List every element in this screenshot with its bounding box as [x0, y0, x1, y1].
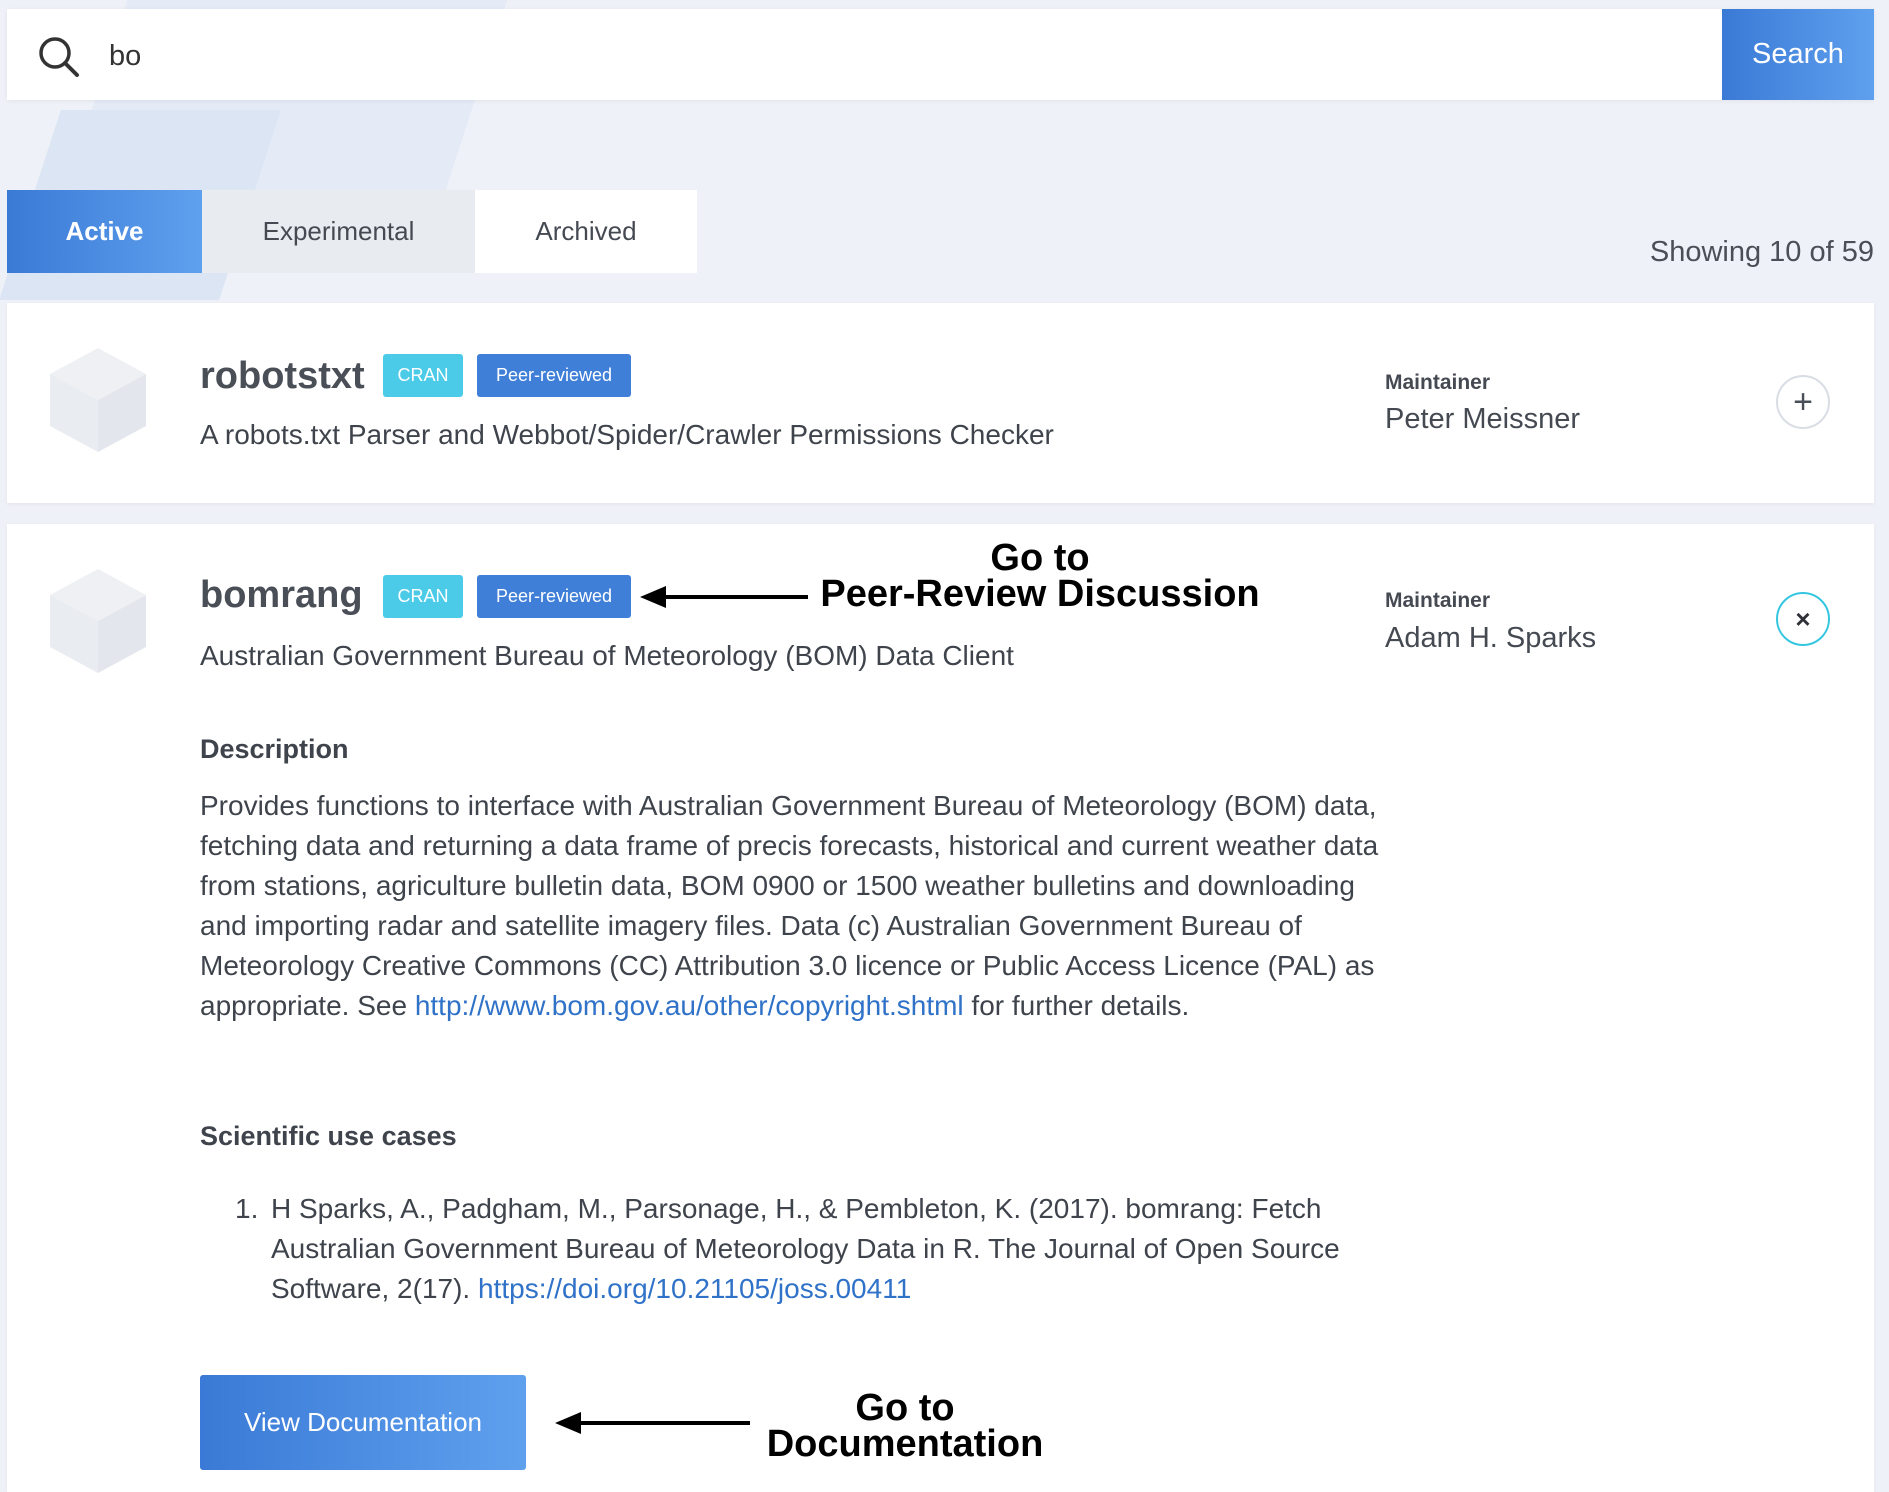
tab-archived[interactable]: Archived	[475, 190, 697, 273]
annotation-peer-review: Go to Peer-Review Discussion	[820, 537, 1260, 615]
package-cube-icon	[50, 569, 146, 673]
expand-button[interactable]: +	[1776, 375, 1830, 429]
doi-link[interactable]: https://doi.org/10.21105/joss.00411	[478, 1273, 911, 1304]
maintainer-label: Maintainer	[1385, 371, 1491, 394]
package-name[interactable]: robotstxt	[200, 355, 365, 398]
copyright-link[interactable]: http://www.bom.gov.au/other/copyright.sh…	[415, 990, 964, 1021]
description-suffix: for further details.	[963, 990, 1190, 1021]
search-input[interactable]	[107, 31, 1611, 81]
description-body: Provides functions to interface with Aus…	[200, 790, 1379, 1021]
search-button[interactable]: Search	[1722, 9, 1874, 100]
use-case-number: 1.	[235, 1193, 259, 1224]
view-documentation-button[interactable]: View Documentation	[200, 1375, 526, 1470]
search-icon	[37, 35, 81, 79]
collapse-button[interactable]: ×	[1776, 592, 1830, 646]
maintainer-name: Peter Meissner	[1385, 403, 1581, 435]
package-card-robotstxt[interactable]: robotstxt CRAN Peer-reviewed A robots.tx…	[7, 303, 1874, 503]
close-icon: ×	[1795, 603, 1811, 634]
maintainer-name: Adam H. Sparks	[1385, 622, 1597, 654]
cran-badge[interactable]: CRAN	[383, 575, 463, 618]
status-tabs: Active Experimental Archived	[7, 190, 697, 273]
peer-reviewed-badge[interactable]: Peer-reviewed	[477, 575, 631, 618]
cran-badge[interactable]: CRAN	[383, 354, 463, 397]
description-text: Provides functions to interface with Aus…	[200, 786, 1400, 1026]
package-name[interactable]: bomrang	[200, 574, 363, 617]
peer-reviewed-badge[interactable]: Peer-reviewed	[477, 354, 631, 397]
package-card-bomrang: bomrang CRAN Peer-reviewed Australian Go…	[7, 524, 1874, 1492]
annotation-arrow	[555, 1412, 750, 1434]
package-title: Australian Government Bureau of Meteorol…	[200, 640, 1014, 671]
results-count: Showing 10 of 59	[1649, 236, 1874, 268]
use-cases-heading: Scientific use cases	[200, 1121, 457, 1151]
annotation-arrow	[640, 586, 808, 608]
annotation-documentation: Go to Documentation	[766, 1387, 1044, 1465]
package-cube-icon	[50, 348, 146, 452]
search-bar: Search	[7, 9, 1874, 100]
tab-active[interactable]: Active	[7, 190, 202, 273]
maintainer-label: Maintainer	[1385, 589, 1491, 612]
tab-experimental[interactable]: Experimental	[202, 190, 475, 273]
plus-icon: +	[1793, 382, 1813, 421]
description-heading: Description	[200, 734, 349, 764]
package-title: A robots.txt Parser and Webbot/Spider/Cr…	[200, 419, 1054, 450]
